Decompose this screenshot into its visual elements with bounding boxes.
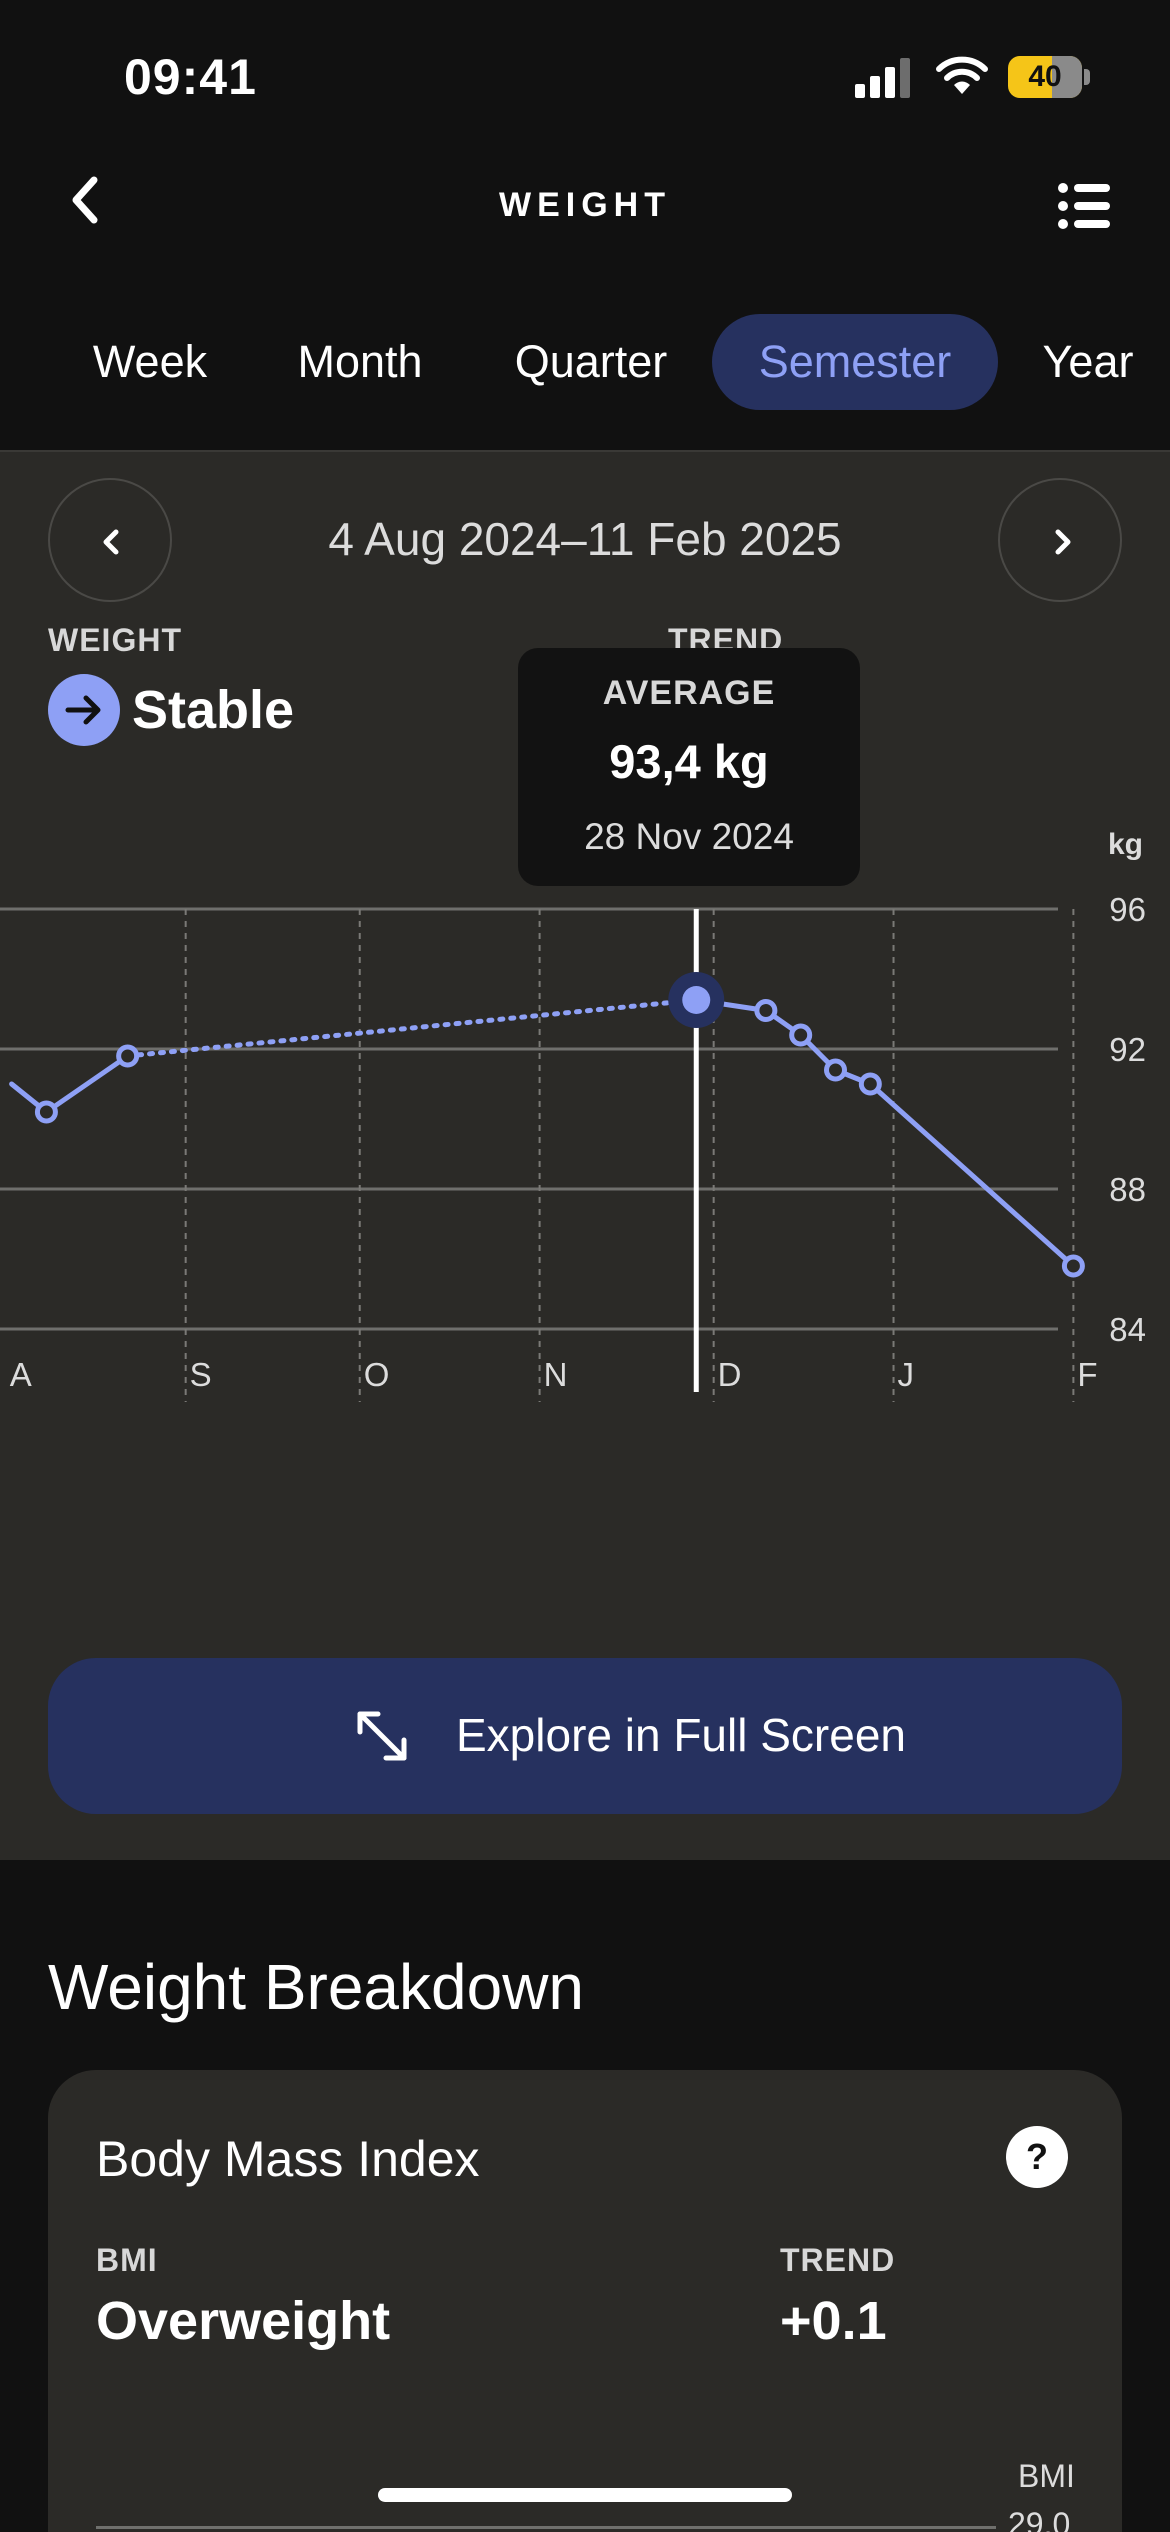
data-point: [754, 999, 778, 1022]
section-title-weight-breakdown: Weight Breakdown: [48, 1951, 584, 2023]
wifi-icon: [936, 56, 988, 94]
explore-label: Explore in Full Screen: [456, 1709, 906, 1761]
list-menu-icon[interactable]: [1056, 178, 1112, 234]
arrow-right-icon: [48, 674, 120, 746]
data-point: [824, 1058, 848, 1082]
x-tick-label: F: [1077, 1356, 1097, 1393]
battery-level: 40: [1028, 60, 1062, 93]
page-title: WEIGHT: [499, 186, 671, 224]
chart-tooltip: AVERAGE 93,4 kg 28 Nov 2024: [518, 648, 860, 886]
bmi-trend-label: TREND: [780, 2242, 896, 2278]
cellular-signal-icon: [855, 58, 910, 98]
bmi-category: Overweight: [96, 2291, 391, 2351]
selected-data-point: [682, 986, 711, 1014]
bmi-card-title: Body Mass Index: [96, 2131, 480, 2187]
y-tick-label: 84: [1109, 1311, 1146, 1348]
bmi-card[interactable]: Body Mass Index ? BMI Overweight TREND +…: [48, 2070, 1122, 2532]
explore-full-screen-button[interactable]: Explore in Full Screen: [48, 1658, 1122, 1814]
tooltip-value: 93,4 kg: [609, 735, 769, 788]
tab-quarter[interactable]: Quarter: [492, 314, 690, 410]
weight-label: WEIGHT: [48, 622, 182, 658]
weight-status: Stable: [132, 680, 295, 740]
x-tick-label: J: [898, 1356, 915, 1393]
weight-line-chart[interactable]: 96 92 88 84 A S O N D J F: [0, 892, 1170, 1472]
x-tick-label: N: [544, 1356, 568, 1393]
chart-unit-label: kg: [1108, 828, 1144, 861]
y-tick-label: 92: [1109, 1031, 1146, 1068]
data-point: [789, 1023, 813, 1047]
x-tick-label: S: [190, 1356, 212, 1393]
data-point: [116, 1044, 140, 1068]
home-indicator[interactable]: [378, 2488, 792, 2502]
next-period-button[interactable]: [998, 478, 1122, 602]
series-line-segment: [867, 1081, 1076, 1269]
x-tick-label: D: [718, 1356, 742, 1393]
x-tick-label: O: [364, 1356, 390, 1393]
expand-arrows-icon: [357, 1711, 407, 1761]
bmi-y-tick: 29.0: [1008, 2506, 1071, 2532]
weight-chart-card: 4 Aug 2024–11 Feb 2025 WEIGHT Stable TRE…: [0, 450, 1170, 1860]
y-tick-label: 96: [1109, 892, 1146, 928]
status-time: 09:41: [124, 49, 257, 105]
period-tabs: Week Month Quarter Semester Year: [0, 314, 1170, 410]
date-range: 4 Aug 2024–11 Feb 2025: [328, 513, 842, 565]
battery-indicator: 40: [1008, 56, 1090, 98]
tab-semester[interactable]: Semester: [712, 314, 998, 410]
tooltip-date: 28 Nov 2024: [584, 816, 794, 857]
help-icon[interactable]: ?: [1006, 2126, 1068, 2188]
y-tick-label: 88: [1109, 1171, 1146, 1208]
data-point: [34, 1100, 58, 1124]
data-point: [858, 1072, 882, 1096]
tooltip-label: AVERAGE: [602, 674, 776, 712]
weight-screen: 09:41 40 WEIGHT Week Month Quarter Semes…: [0, 0, 1170, 2532]
series-line-segment: [43, 1053, 131, 1115]
tab-week[interactable]: Week: [64, 314, 236, 410]
bmi-gridline: [96, 2526, 996, 2529]
bmi-chart-unit: BMI: [1018, 2458, 1075, 2494]
chevron-right-icon: [1055, 529, 1071, 555]
tab-month[interactable]: Month: [270, 314, 450, 410]
data-point: [1061, 1254, 1085, 1278]
bmi-trend-value: +0.1: [780, 2291, 887, 2351]
x-tick-label: A: [10, 1356, 32, 1393]
status-bar: 09:41 40: [0, 0, 1170, 150]
bmi-label: BMI: [96, 2242, 158, 2278]
tab-year[interactable]: Year: [1028, 314, 1148, 410]
